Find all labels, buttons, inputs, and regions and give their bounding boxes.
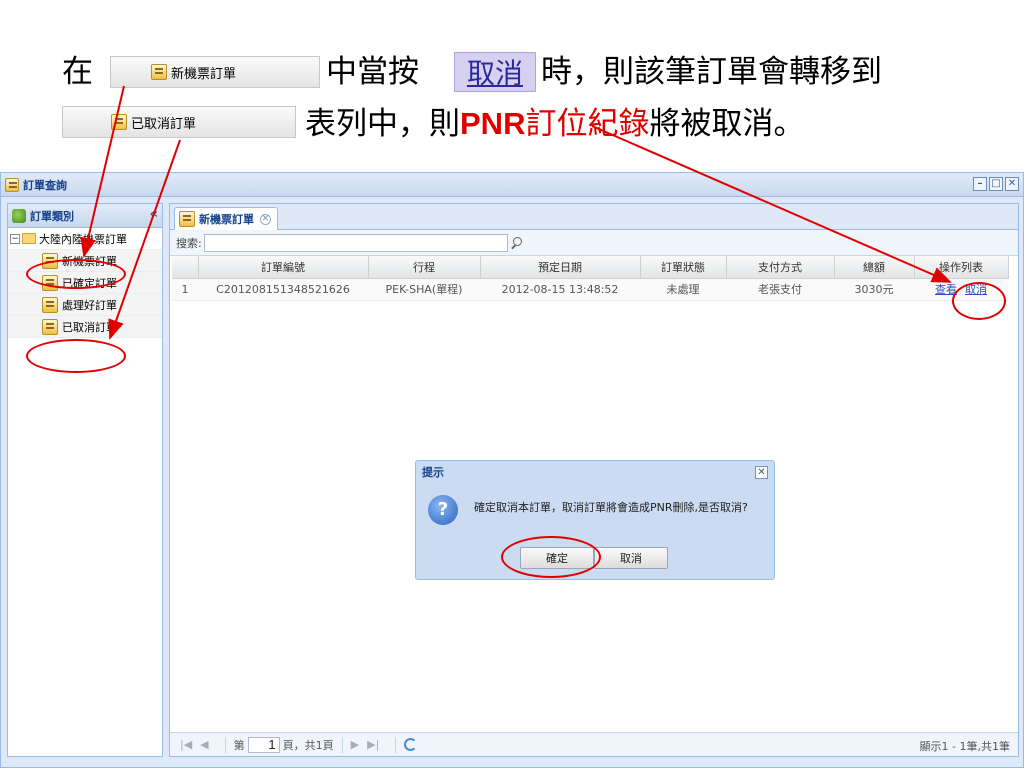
arrow-to-cancel-link — [591, 125, 952, 283]
arrow-to-cancelled-orders — [108, 139, 181, 340]
arrow-to-new-orders — [80, 85, 125, 258]
annotation-arrows — [80, 85, 952, 340]
